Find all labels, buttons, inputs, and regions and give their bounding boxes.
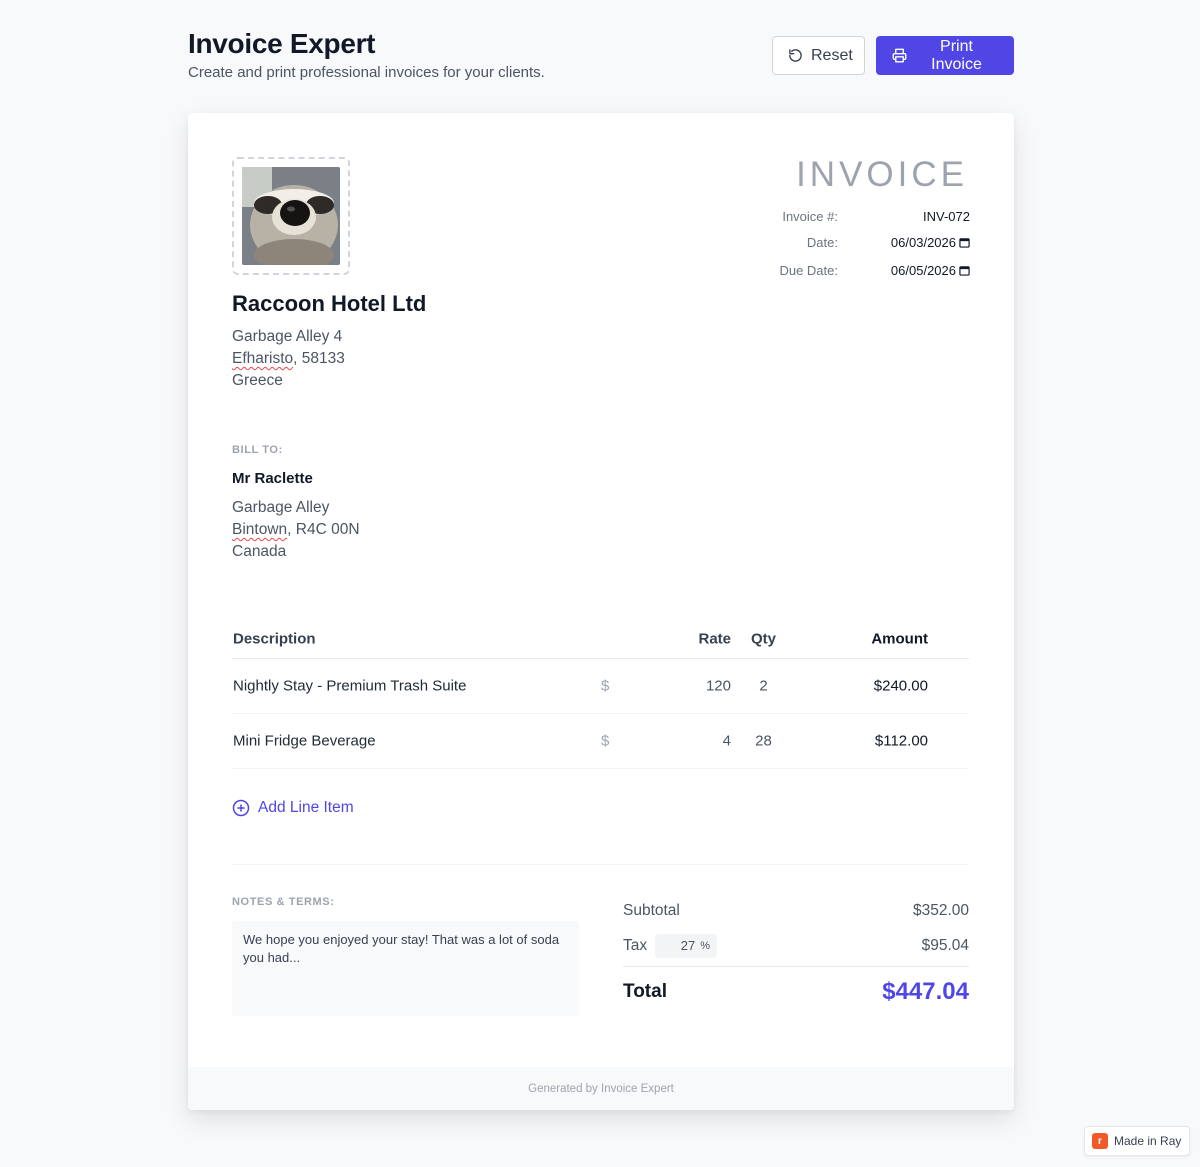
made-in-ray-label: Made in Ray [1114,1134,1182,1148]
card-footer: Generated by Invoice Expert [188,1067,1014,1110]
due-date-label: Due Date: [779,263,838,278]
subtotal-label: Subtotal [623,901,680,919]
made-in-ray-badge[interactable]: r Made in Ray [1084,1126,1190,1156]
invoice-number-input[interactable]: INV-072 [874,209,970,224]
tax-row: Tax 27 % $95.04 [623,928,969,963]
currency-symbol: $ [601,677,610,695]
header-description: Description [233,630,316,647]
client-name[interactable]: Mr Raclette [232,470,313,487]
due-date-input[interactable]: 06/05/2026 [874,263,970,278]
company-city: Efharisto [232,350,294,367]
invoice-number-row: Invoice #: INV-072 [758,209,970,224]
table-header: Description Rate Qty Amount [232,619,969,659]
item-description-input[interactable]: Mini Fridge Beverage [233,733,376,750]
line-items-table: Description Rate Qty Amount Nightly Stay… [232,619,969,769]
bill-to-label: BILL TO: [232,444,283,456]
client-country: Canada [232,543,287,560]
plus-circle-icon [232,799,250,817]
header-amount: Amount [871,630,928,647]
table-row: Mini Fridge Beverage $ 4 28 $112.00 [232,714,969,769]
raccoon-photo-icon [242,167,340,265]
company-address[interactable]: Garbage Alley 4 Efharisto, 58133 Greece [232,326,345,392]
notes-textarea[interactable]: We hope you enjoyed your stay! That was … [232,921,579,1016]
header-actions: Reset Print Invoice [772,36,1014,75]
item-description-input[interactable]: Nightly Stay - Premium Trash Suite [233,678,466,695]
total-label: Total [623,981,667,1002]
reset-button[interactable]: Reset [772,36,865,75]
company-city-line: Efharisto, 58133 [232,348,345,370]
company-name[interactable]: Raccoon Hotel Ltd [232,291,426,317]
print-invoice-button[interactable]: Print Invoice [876,36,1014,75]
header-qty: Qty [751,630,777,647]
item-amount: $112.00 [874,732,928,750]
tax-value: $95.04 [921,936,969,954]
company-address-line1: Garbage Alley 4 [232,328,343,345]
client-postcode: , R4C 00N [287,521,360,538]
logo-upload[interactable] [232,157,350,275]
client-address[interactable]: Garbage Alley Bintown, R4C 00N Canada [232,497,360,563]
invoice-date-row: Date: 06/03/2026 [758,235,970,250]
notes-label: NOTES & TERMS: [232,896,335,908]
invoice-number-label: Invoice #: [782,209,838,224]
item-qty-input[interactable]: 28 [751,733,776,750]
reset-icon [789,49,802,62]
item-rate-input[interactable]: 4 [723,733,731,750]
invoice-heading: INVOICE [796,155,968,194]
client-city-line: Bintown, R4C 00N [232,519,360,541]
currency-symbol: $ [601,732,610,750]
add-line-item-label: Add Line Item [258,799,354,816]
client-city: Bintown [232,521,288,538]
total-row: Total $447.04 [623,967,969,1017]
invoice-date-input[interactable]: 06/03/2026 [874,235,970,250]
ray-logo-icon: r [1092,1133,1108,1149]
total-value: $447.04 [882,978,969,1005]
due-date-row: Due Date: 06/05/2026 [758,263,970,278]
invoice-card: Raccoon Hotel Ltd Garbage Alley 4 Efhari… [188,113,1014,1110]
item-rate-input[interactable]: 120 [706,678,731,695]
app-header: Invoice Expert Create and print professi… [188,28,1014,88]
add-line-item-button[interactable]: Add Line Item [232,799,354,817]
item-qty-input[interactable]: 2 [751,678,776,695]
item-amount: $240.00 [873,677,928,695]
header-rate: Rate [698,630,731,647]
reset-label: Reset [811,46,853,64]
calendar-icon[interactable] [959,265,970,276]
totals-panel: Subtotal $352.00 Tax 27 % $95.04 Total $… [623,893,969,1017]
subtotal-value: $352.00 [912,901,969,919]
company-country: Greece [232,372,283,389]
tax-rate-input[interactable]: 27 % [655,933,717,958]
tax-label: Tax [623,936,648,954]
calendar-icon[interactable] [959,237,970,248]
client-address-line1: Garbage Alley [232,499,330,516]
subtotal-row: Subtotal $352.00 [623,893,969,928]
tax-rate-unit: % [700,939,710,952]
invoice-date-label: Date: [806,235,838,250]
table-row: Nightly Stay - Premium Trash Suite $ 120… [232,659,969,714]
print-label: Print Invoice [931,37,982,73]
section-divider [232,864,969,865]
company-postcode: , 58133 [293,350,345,367]
tax-rate-value: 27 [680,938,696,953]
printer-icon [892,48,907,63]
